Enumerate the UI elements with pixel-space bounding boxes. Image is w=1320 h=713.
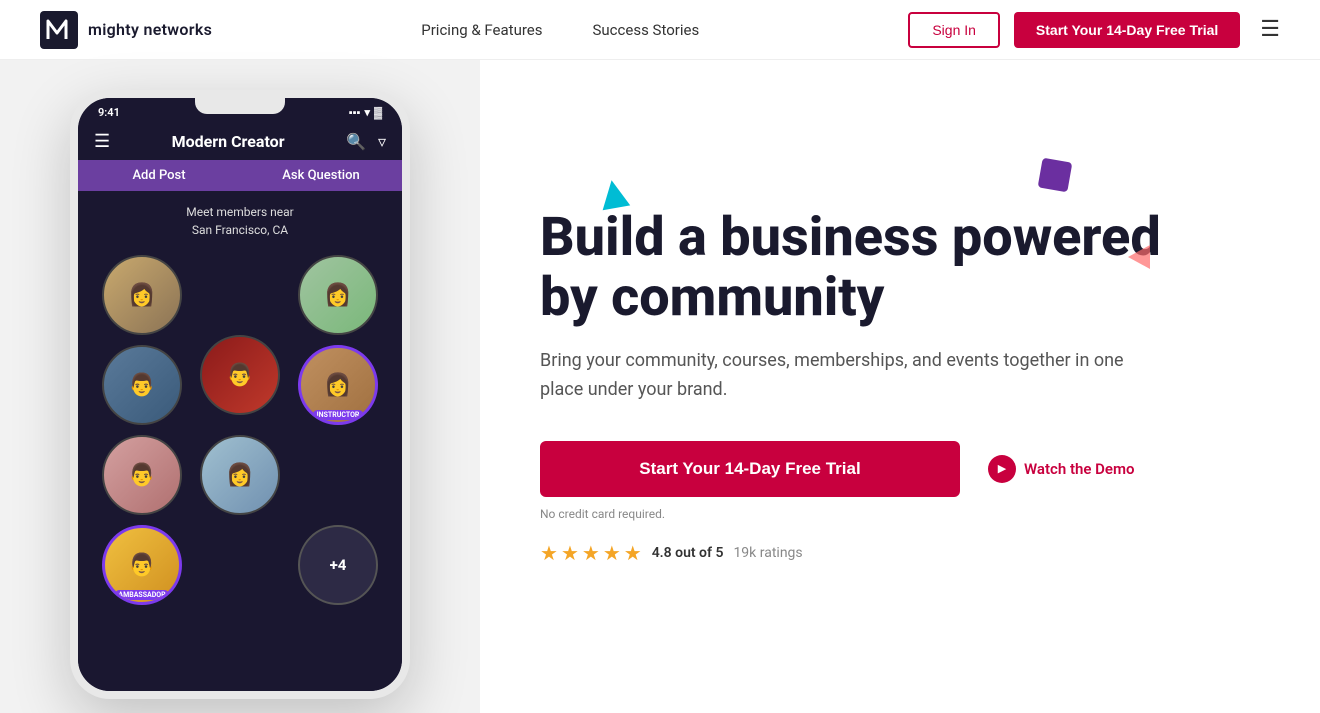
phone-menu-icon[interactable]: ☰ [94, 131, 110, 152]
hero-trial-button[interactable]: Start Your 14-Day Free Trial [540, 441, 960, 497]
star-1: ★ [540, 541, 558, 565]
avatar-1-img: 👩 [104, 257, 180, 333]
no-credit-text: No credit card required. [540, 507, 1240, 521]
avatar-cell-9 [294, 435, 382, 515]
phone-location-line2: San Francisco, CA [94, 221, 386, 239]
battery-icon: ▓ [374, 106, 382, 119]
avatar-grid: 👩 👩 👨 [94, 255, 386, 605]
avatar-3-img: 👩 [300, 257, 376, 333]
phone-header-actions: 🔍 ▿ [346, 132, 386, 151]
avatar-6[interactable]: 👩 INSTRUCTOR [298, 345, 378, 425]
avatar-cell-3: 👩 [294, 255, 382, 335]
logo[interactable]: mighty networks [40, 11, 212, 49]
avatar-1[interactable]: 👩 [102, 255, 182, 335]
nav-right: Sign In Start Your 14-Day Free Trial ☰ [908, 12, 1280, 48]
hero-subtitle: Bring your community, courses, membershi… [540, 347, 1140, 405]
star-2: ★ [561, 541, 579, 565]
ambassador-badge: AMBASSADOR [114, 590, 169, 600]
hamburger-icon[interactable]: ☰ [1260, 17, 1280, 42]
avatar-cell-empty [196, 525, 284, 605]
avatar-2[interactable]: 👨 [200, 335, 280, 415]
avatar-plus-count: +4 [330, 556, 347, 574]
star-3: ★ [582, 541, 600, 565]
signin-button[interactable]: Sign In [908, 12, 1000, 48]
nav-pricing[interactable]: Pricing & Features [421, 21, 542, 39]
avatar-ambassador[interactable]: 👨 AMBASSADOR [102, 525, 182, 605]
logo-icon [40, 11, 78, 49]
avatar-8[interactable]: 👩 [200, 435, 280, 515]
nav-stories[interactable]: Success Stories [593, 21, 700, 39]
phone-app-header: ☰ Modern Creator 🔍 ▿ [78, 123, 402, 160]
coral-triangle-shape [1114, 245, 1150, 269]
avatar-7-img: 👨 [104, 437, 180, 513]
avatar-cell-2 [196, 255, 284, 335]
avatar-cell-amb: 👨 AMBASSADOR [98, 525, 186, 605]
rating-value: 4.8 out of 5 [652, 545, 724, 561]
phone-location-line1: Meet members near [94, 203, 386, 221]
phone-mockup: 9:41 ▪▪▪ ▾ ▓ ☰ Modern Creator 🔍 ▿ Add Po… [70, 90, 410, 699]
status-icons: ▪▪▪ ▾ ▓ [349, 106, 382, 119]
teal-triangle-shape [598, 178, 630, 210]
instructor-badge: INSTRUCTOR [313, 410, 364, 420]
watch-demo-link[interactable]: ▶ Watch the Demo [988, 455, 1135, 483]
avatar-cell-4: 👨 [98, 345, 186, 425]
avatar-4-img: 👨 [104, 347, 180, 423]
watch-demo-text: Watch the Demo [1024, 460, 1135, 478]
avatar-plus[interactable]: +4 [298, 525, 378, 605]
phone-body: Meet members near San Francisco, CA 👩 [78, 191, 402, 691]
header-trial-button[interactable]: Start Your 14-Day Free Trial [1014, 12, 1240, 48]
avatar-4[interactable]: 👨 [102, 345, 182, 425]
avatar-cell-7: 👨 [98, 435, 186, 515]
avatar-cell-8: 👩 [196, 435, 284, 515]
wifi-icon: ▾ [364, 106, 370, 119]
signal-icon: ▪▪▪ [349, 106, 361, 119]
phone-time: 9:41 [98, 106, 120, 119]
phone-search-icon[interactable]: 🔍 [346, 132, 366, 151]
play-icon: ▶ [988, 455, 1016, 483]
avatar-cell-plus: +4 [294, 525, 382, 605]
main-content: 9:41 ▪▪▪ ▾ ▓ ☰ Modern Creator 🔍 ▿ Add Po… [0, 60, 1320, 713]
header: mighty networks Pricing & Features Succe… [0, 0, 1320, 60]
phone-tabs: Add Post Ask Question [78, 160, 402, 191]
phone-panel: 9:41 ▪▪▪ ▾ ▓ ☰ Modern Creator 🔍 ▿ Add Po… [0, 60, 480, 713]
phone-tab-ask-question[interactable]: Ask Question [240, 160, 402, 191]
avatar-8-img: 👩 [202, 437, 278, 513]
avatar-2-img: 👨 [202, 337, 278, 413]
phone-tab-add-post[interactable]: Add Post [78, 160, 240, 191]
purple-square-shape [1038, 158, 1073, 193]
avatar-cell-5: 👨 [196, 345, 284, 425]
stars: ★ ★ ★ ★ ★ [540, 541, 642, 565]
star-5: ★ [624, 541, 642, 565]
avatar-7[interactable]: 👨 [102, 435, 182, 515]
hero-panel: Build a business powered by community Br… [480, 60, 1320, 713]
star-4: ★ [603, 541, 621, 565]
cta-row: Start Your 14-Day Free Trial ▶ Watch the… [540, 441, 1240, 497]
rating-count: 19k ratings [733, 545, 802, 561]
avatar-3[interactable]: 👩 [298, 255, 378, 335]
main-nav: Pricing & Features Success Stories [421, 21, 699, 39]
hero-title: Build a business powered by community [540, 208, 1190, 327]
avatar-cell-6: 👩 INSTRUCTOR [294, 345, 382, 425]
logo-text: mighty networks [88, 20, 212, 39]
avatar-cell-1: 👩 [98, 255, 186, 335]
phone-notch [195, 98, 285, 114]
rating-row: ★ ★ ★ ★ ★ 4.8 out of 5 19k ratings [540, 541, 1240, 565]
phone-location: Meet members near San Francisco, CA [94, 203, 386, 239]
phone-filter-icon[interactable]: ▿ [378, 132, 386, 151]
phone-app-title: Modern Creator [172, 132, 285, 151]
